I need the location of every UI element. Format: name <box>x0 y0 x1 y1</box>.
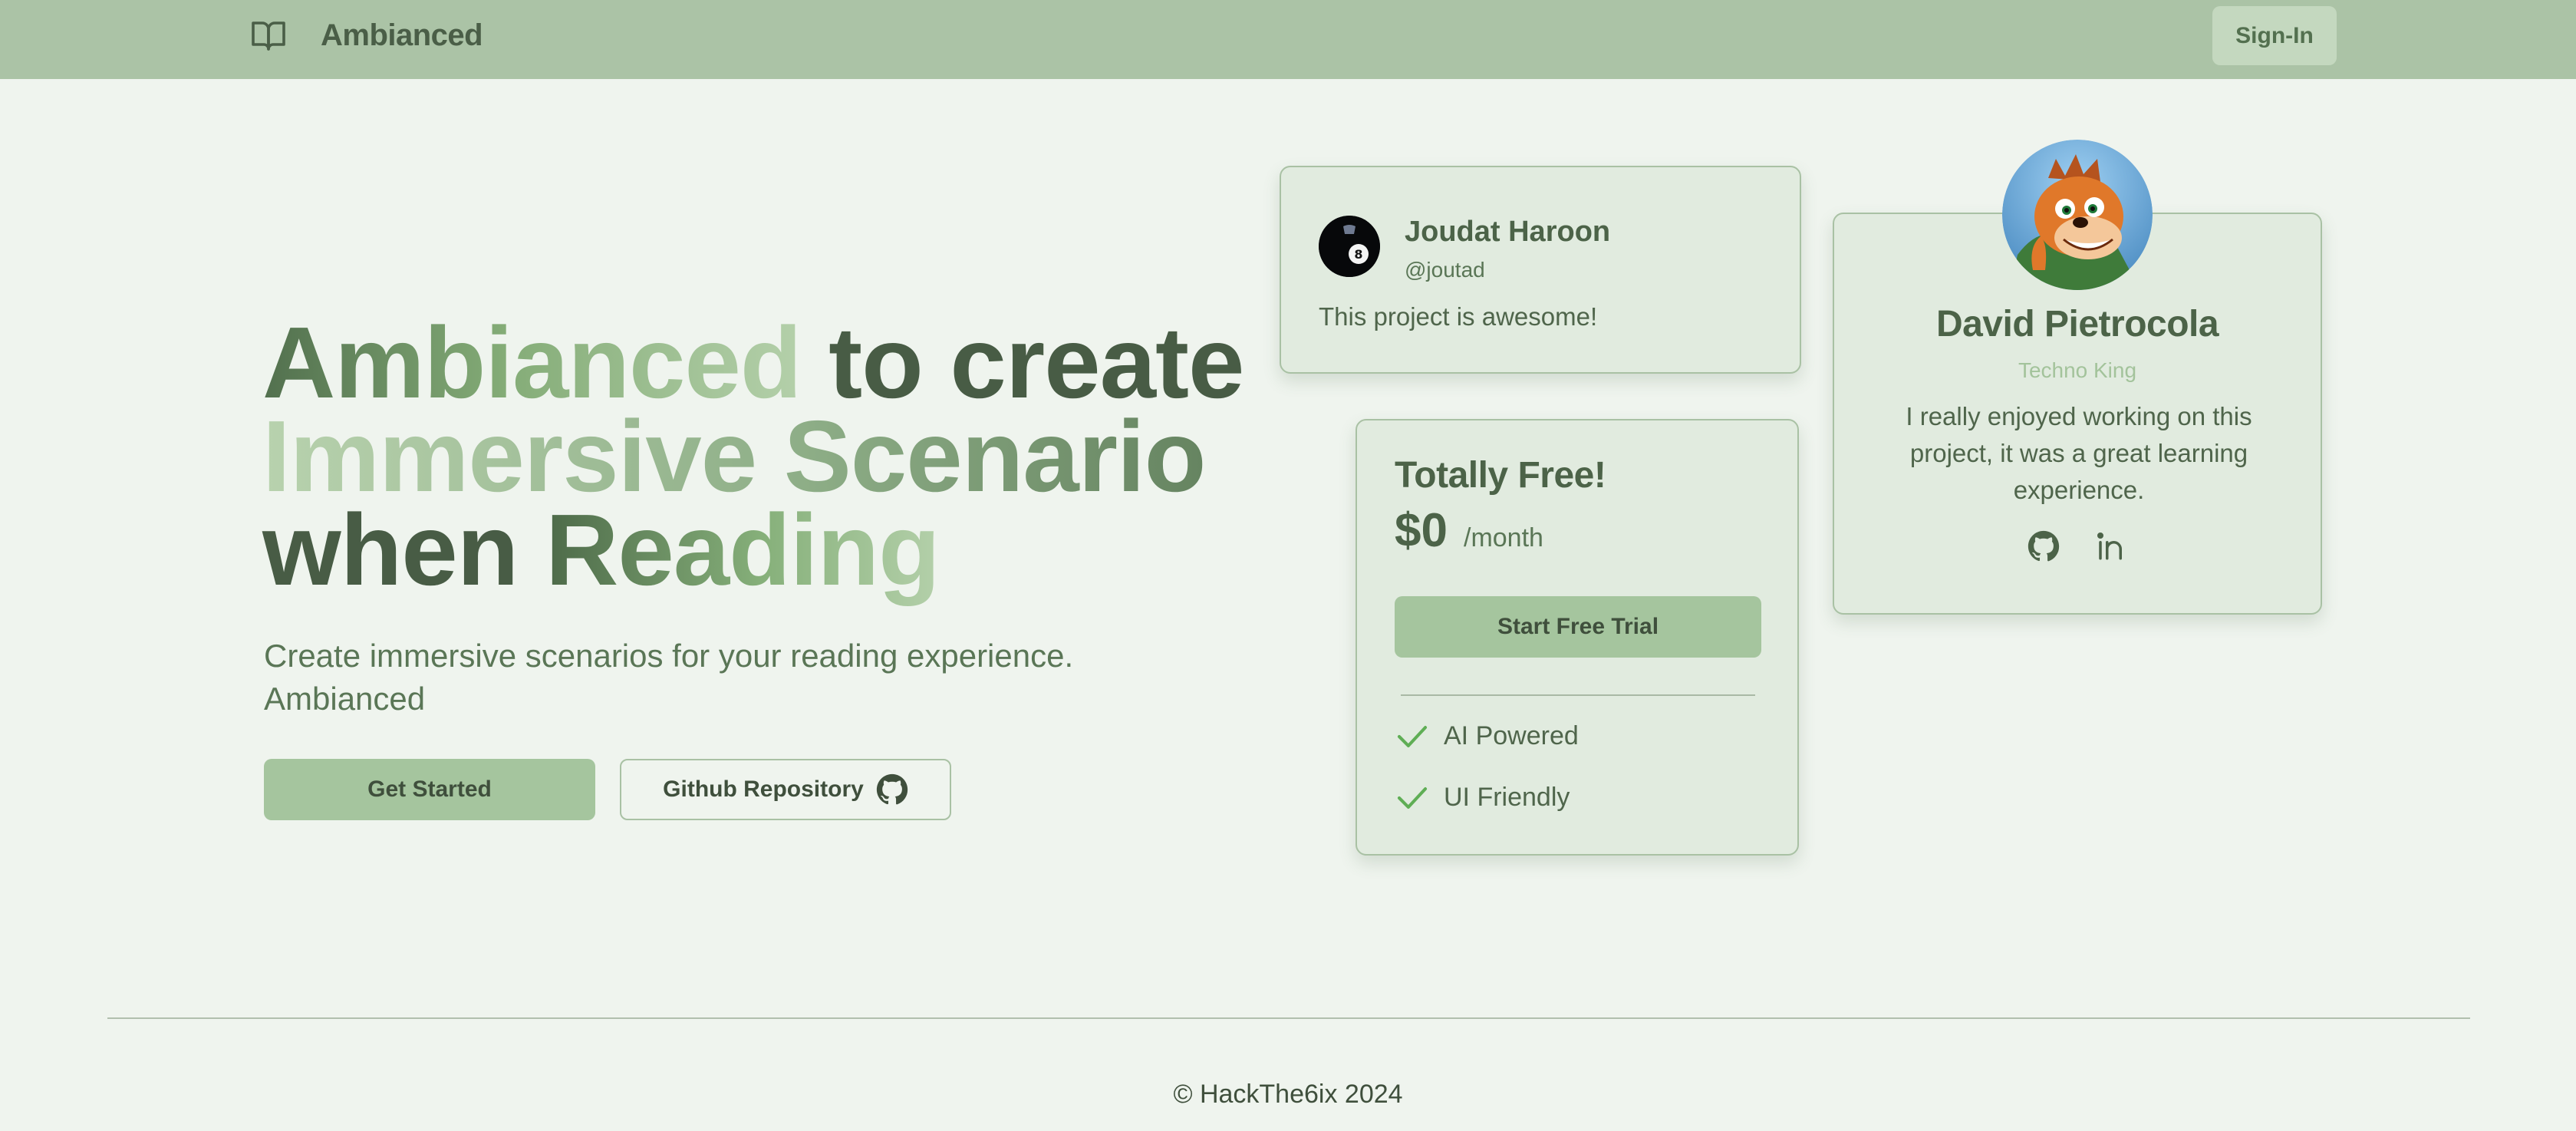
footer-divider <box>107 1017 2470 1019</box>
sign-in-button[interactable]: Sign-In <box>2212 6 2337 65</box>
pricing-divider <box>1401 694 1755 696</box>
pricing-title: Totally Free! <box>1395 455 1606 496</box>
cartoon-fox-avatar <box>2002 140 2153 290</box>
book-open-icon <box>252 21 285 51</box>
get-started-button[interactable]: Get Started <box>264 759 595 820</box>
headline-line-3: when Reading <box>262 500 1244 601</box>
hero-subtitle: Create immersive scenarios for your read… <box>264 638 1074 717</box>
testimonial-card: 8 Joudat Haroon @joutad This project is … <box>1280 166 1801 374</box>
headline-when: when <box>262 493 546 606</box>
top-navbar: Ambianced Sign-In <box>0 0 2576 79</box>
headline-line-1: Ambianced to create <box>262 312 1244 414</box>
brand[interactable]: Ambianced <box>250 14 483 57</box>
start-free-trial-button[interactable]: Start Free Trial <box>1395 596 1761 658</box>
check-icon <box>1397 786 1428 809</box>
profile-name: David Pietrocola <box>1935 304 2219 345</box>
feature-item: UI Friendly <box>1396 783 1570 813</box>
brand-name: Ambianced <box>321 18 483 52</box>
pricing-price: $0 <box>1395 504 1448 557</box>
github-icon <box>876 773 908 805</box>
pricing-card: Totally Free! $0 /month Start Free Trial… <box>1356 419 1799 856</box>
profile-social-links <box>1834 530 2321 562</box>
footer-copyright: © HackThe6ix 2024 <box>1173 1080 1403 1109</box>
eight-ball-avatar: 8 <box>1319 216 1380 277</box>
testimonial-name: Joudat Haroon <box>1405 216 1611 248</box>
profile-role: Techno King <box>2018 358 2137 382</box>
linkedin-icon[interactable] <box>2095 530 2127 562</box>
testimonial-quote: This project is awesome! <box>1319 302 1598 331</box>
feature-label: AI Powered <box>1444 721 1579 750</box>
github-repository-label: Github Repository <box>663 777 864 802</box>
pricing-period: /month <box>1464 523 1543 552</box>
profile-bio: I really enjoyed working on this project… <box>1906 402 2252 504</box>
feature-label: UI Friendly <box>1444 783 1570 812</box>
hero-headline: Ambianced to create Immersive Scenario w… <box>262 312 1244 601</box>
github-icon[interactable] <box>2028 530 2060 562</box>
check-icon <box>1397 725 1428 747</box>
github-repository-button[interactable]: Github Repository <box>620 759 951 820</box>
headline-reading: Reading <box>545 493 940 606</box>
svg-text:8: 8 <box>1354 247 1362 262</box>
feature-item: AI Powered <box>1396 721 1579 751</box>
testimonial-handle: @joutad <box>1405 258 1485 282</box>
headline-line-2: Immersive Scenario <box>262 406 1244 507</box>
